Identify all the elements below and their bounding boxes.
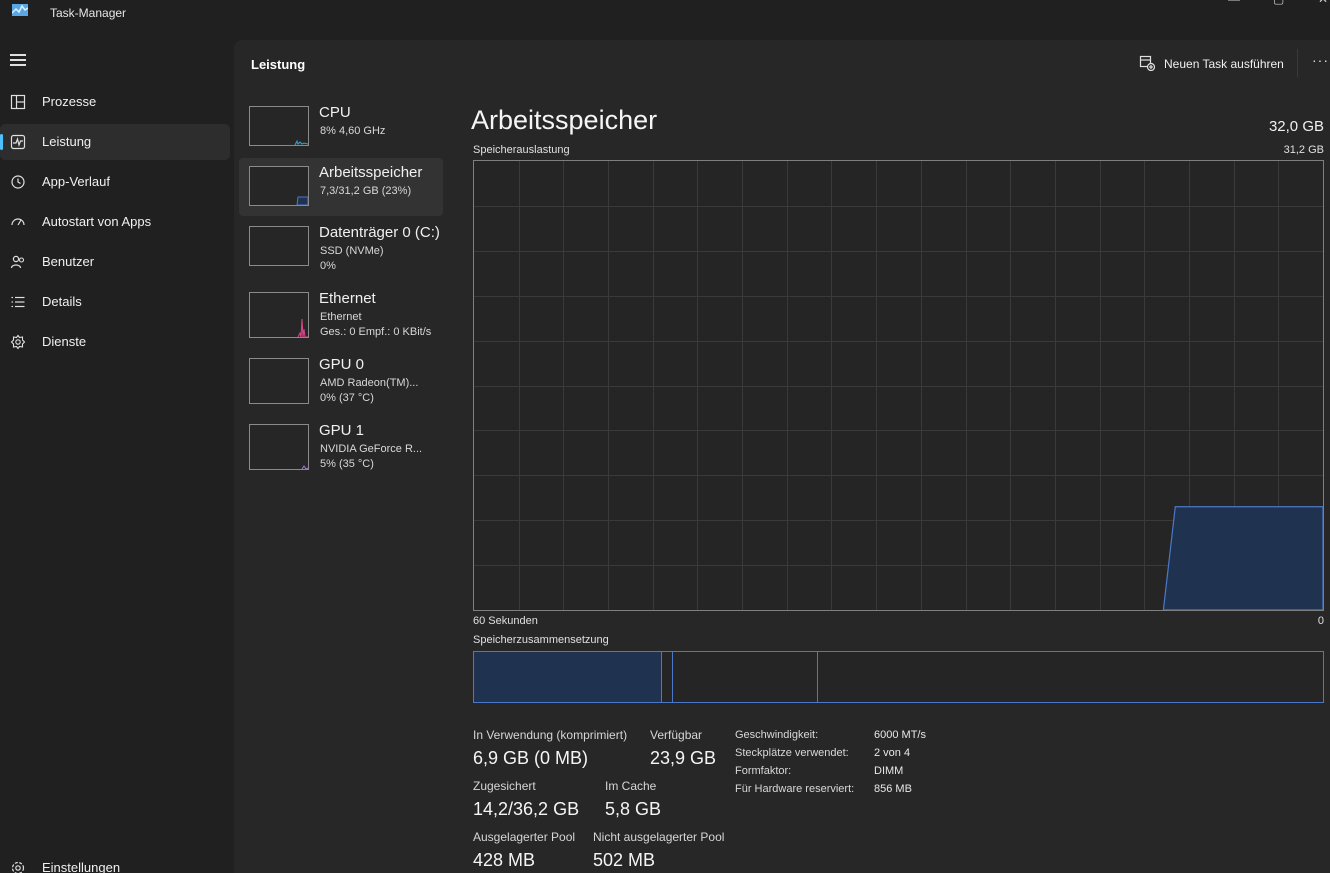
sidebar-item-performance[interactable]: Leistung [0, 124, 230, 160]
sidebar-item-label: Einstellungen [42, 860, 121, 873]
detail-title: Arbeitsspeicher [471, 105, 658, 135]
performance-icon [10, 134, 26, 150]
nonpaged-pool-value: 502 MB [593, 850, 656, 870]
spec-value: 856 MB [874, 783, 912, 795]
sidebar: Prozesse Leistung App-Verlauf Autostart … [0, 40, 234, 873]
processes-icon [10, 94, 26, 110]
paged-pool-label: Ausgelagerter Pool [473, 830, 576, 844]
cpu-thumbnail-graph [249, 106, 309, 146]
spec-value: 2 von 4 [874, 747, 911, 759]
resource-subtitle: SSD (NVMe) [320, 245, 384, 257]
main-panel: Leistung Neuen Task ausführen ··· CPU 8%… [234, 40, 1330, 873]
resource-subtitle: Ethernet [320, 311, 362, 323]
resource-item-disk[interactable]: Datenträger 0 (C:) SSD (NVMe) 0% [239, 218, 443, 276]
resource-subtitle: 8% 4,60 GHz [320, 125, 386, 137]
usage-chart-label: Speicherauslastung [473, 144, 570, 156]
title-bar: Task-Manager — ▢ ✕ [0, 0, 1330, 30]
resource-subtitle: 0% [320, 260, 336, 272]
memory-composition-bar [473, 651, 1324, 703]
resource-subtitle: 0% (37 °C) [320, 392, 374, 404]
sidebar-item-label: App-Verlauf [42, 174, 110, 189]
disk-thumbnail-graph [249, 226, 309, 266]
minimize-button[interactable]: — [1228, 0, 1242, 6]
page-title: Leistung [251, 57, 306, 72]
sidebar-item-label: Leistung [42, 134, 92, 149]
resource-subtitle: AMD Radeon(TM)... [320, 377, 419, 389]
cached-label: Im Cache [605, 779, 657, 793]
resource-name: Ethernet [319, 290, 376, 307]
chart-time-left: 60 Sekunden [473, 615, 538, 627]
sidebar-item-services[interactable]: Dienste [0, 324, 230, 360]
users-icon [10, 255, 25, 269]
spec-key: Geschwindigkeit: [735, 729, 819, 741]
resource-subtitle: Ges.: 0 Empf.: 0 KBit/s [320, 326, 432, 338]
sidebar-item-label: Prozesse [42, 94, 97, 109]
gpu1-thumbnail-graph [249, 424, 309, 470]
resource-name: CPU [319, 104, 351, 121]
new-task-icon [1139, 55, 1155, 71]
sidebar-item-users[interactable]: Benutzer [0, 244, 230, 280]
maximize-button[interactable]: ▢ [1273, 0, 1287, 6]
ethernet-thumbnail-graph [249, 292, 309, 338]
details-icon [11, 296, 25, 308]
resource-name: Datenträger 0 (C:) [319, 224, 440, 241]
toolbar-divider [1297, 49, 1298, 77]
available-label: Verfügbar [650, 728, 703, 742]
composition-modified [662, 652, 673, 702]
startup-icon [11, 218, 25, 226]
committed-value: 14,2/36,2 GB [473, 799, 580, 819]
resource-name: GPU 0 [319, 356, 365, 373]
window-title: Task-Manager [50, 6, 127, 20]
sidebar-item-app-history[interactable]: App-Verlauf [0, 164, 230, 200]
task-manager-app-icon [12, 4, 28, 16]
in-use-value: 6,9 GB (0 MB) [473, 748, 589, 768]
resource-subtitle: 7,3/31,2 GB (23%) [320, 185, 412, 197]
usage-chart-max: 31,2 GB [1283, 144, 1324, 156]
services-icon [10, 334, 26, 350]
hamburger-menu-icon[interactable] [10, 54, 26, 66]
spec-key: Für Hardware reserviert: [735, 783, 855, 795]
in-use-label: In Verwendung (komprimiert) [473, 728, 628, 742]
settings-gear-icon [11, 861, 25, 873]
sidebar-item-label: Dienste [42, 334, 87, 349]
sidebar-item-label: Details [42, 294, 82, 309]
resource-item-ethernet[interactable]: Ethernet Ethernet Ges.: 0 Empf.: 0 KBit/… [239, 284, 443, 342]
run-new-task-label: Neuen Task ausführen [1164, 57, 1284, 71]
composition-label: Speicherzusammensetzung [473, 634, 609, 646]
gpu0-thumbnail-graph [249, 358, 309, 404]
memory-thumbnail-graph [249, 166, 309, 206]
resource-subtitle: 5% (35 °C) [320, 458, 374, 470]
composition-standby [673, 652, 818, 702]
history-icon [11, 175, 25, 189]
sidebar-item-processes[interactable]: Prozesse [0, 84, 230, 120]
chart-time-right: 0 [1317, 615, 1324, 627]
available-value: 23,9 GB [650, 748, 717, 768]
sidebar-item-startup-apps[interactable]: Autostart von Apps [0, 204, 230, 240]
committed-label: Zugesichert [473, 779, 536, 793]
resource-subtitle: NVIDIA GeForce R... [320, 443, 423, 455]
total-memory: 32,0 GB [1268, 118, 1324, 135]
sidebar-item-details[interactable]: Details [0, 284, 230, 320]
resource-item-cpu[interactable]: CPU 8% 4,60 GHz [239, 98, 443, 156]
paged-pool-value: 428 MB [473, 850, 536, 870]
spec-key: Formfaktor: [735, 765, 792, 777]
resource-name: Arbeitsspeicher [319, 164, 423, 181]
resource-name: GPU 1 [319, 422, 365, 439]
spec-key: Steckplätze verwendet: [735, 747, 849, 759]
spec-value: DIMM [874, 765, 904, 777]
sidebar-item-label: Benutzer [42, 254, 95, 269]
spec-value: 6000 MT/s [874, 729, 926, 741]
resource-item-gpu1[interactable]: GPU 1 NVIDIA GeForce R... 5% (35 °C) [239, 416, 443, 474]
nonpaged-pool-label: Nicht ausgelagerter Pool [593, 830, 725, 844]
sidebar-item-settings[interactable]: Einstellungen [0, 850, 230, 873]
resource-item-memory[interactable]: Arbeitsspeicher 7,3/31,2 GB (23%) [239, 158, 443, 216]
composition-in-use [474, 652, 662, 702]
resource-item-gpu0[interactable]: GPU 0 AMD Radeon(TM)... 0% (37 °C) [239, 350, 443, 408]
more-options-button[interactable]: ··· [1312, 52, 1329, 68]
sidebar-item-label: Autostart von Apps [42, 214, 152, 229]
memory-usage-chart [473, 160, 1324, 611]
close-button[interactable]: ✕ [1318, 0, 1330, 6]
memory-usage-area [1162, 506, 1323, 610]
cached-value: 5,8 GB [605, 799, 662, 819]
